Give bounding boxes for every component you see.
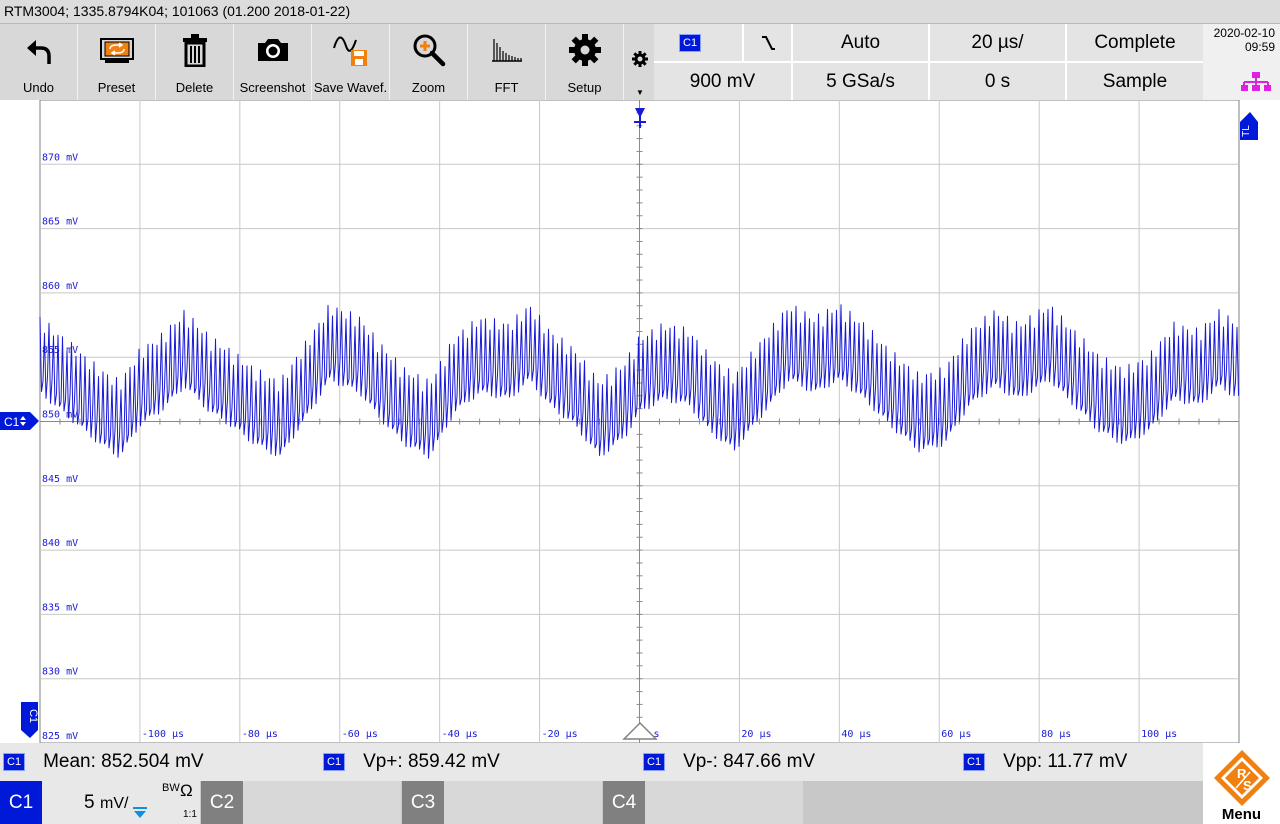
device-info: RTM3004; 1335.8794K04; 101063 (01.200 20…: [4, 3, 351, 19]
screenshot-button[interactable]: Screenshot: [234, 24, 312, 100]
delete-button[interactable]: Delete: [156, 24, 234, 100]
dropdown-arrow-icon: ▼: [636, 88, 644, 97]
menu-button[interactable]: R S Menu: [1203, 743, 1280, 824]
channel-3-panel[interactable]: C3: [402, 781, 602, 824]
time-label: 09:59: [1244, 40, 1275, 54]
undo-button[interactable]: Undo: [0, 24, 78, 100]
small-gear-icon: [632, 51, 648, 67]
trigger-level-marker[interactable]: TL: [1240, 112, 1258, 140]
fft-button[interactable]: FFT: [468, 24, 546, 100]
x-tick-label: -60 µs: [342, 729, 378, 740]
preset-icon: [78, 30, 155, 70]
channel-2-settings[interactable]: [243, 781, 401, 824]
undo-icon: [0, 30, 77, 70]
channel-3-label[interactable]: C3: [402, 781, 444, 824]
network-icon: [1241, 72, 1271, 91]
x-tick-label: -100 µs: [142, 729, 184, 740]
y-tick-label: 835 mV: [42, 602, 78, 613]
falling-edge-icon: [761, 35, 775, 50]
channel-2-label[interactable]: C2: [201, 781, 243, 824]
channel-bar: C1 5 mV/ BW Ω 1:1 C2 C3 C4: [0, 781, 1280, 824]
y-tick-label: 855 mV: [42, 345, 78, 356]
svg-text:C1: C1: [4, 415, 20, 429]
timebase-button[interactable]: 20 µs/: [930, 24, 1065, 61]
y-tick-label: 840 mV: [42, 538, 78, 549]
channel-4-panel[interactable]: C4: [603, 781, 803, 824]
channel-1-scale: 5: [84, 792, 95, 813]
x-tick-label: -80 µs: [242, 729, 278, 740]
acquisition-settings: C1 Auto 20 µs/ Complete 900 mV 5 GSa/s 0…: [654, 24, 1203, 100]
channel-1-label[interactable]: C1: [0, 781, 42, 824]
date-label: 2020-02-10: [1213, 26, 1275, 40]
x-tick-label: 20 µs: [741, 729, 771, 740]
y-tick-label: 830 mV: [42, 667, 78, 678]
channel-4-label[interactable]: C4: [603, 781, 645, 824]
trash-icon: [156, 30, 233, 70]
trigger-mode-button[interactable]: Auto: [793, 24, 928, 61]
toolbar: Undo Preset Delete Screenshot Save Wavef…: [0, 24, 625, 100]
graticule: [39, 100, 1240, 743]
trigger-slope-button[interactable]: [744, 24, 791, 61]
y-tick-label: 865 mV: [42, 217, 78, 228]
channel-1-scale-unit: mV/: [100, 795, 129, 812]
impedance-icon: Ω: [180, 781, 193, 800]
measurement-vpp[interactable]: C1 Vpp: 11.77 mV: [963, 751, 1127, 773]
preset-button[interactable]: Preset: [78, 24, 156, 100]
channel-1-offset-marker[interactable]: C1: [0, 412, 39, 430]
x-tick-label: 80 µs: [1041, 729, 1071, 740]
probe-ratio: 1:1: [183, 809, 197, 820]
channel-3-settings[interactable]: [444, 781, 602, 824]
svg-text:C1: C1: [27, 709, 39, 723]
trigger-source-badge: C1: [679, 33, 702, 52]
svg-text:TL: TL: [1241, 125, 1252, 137]
title-bar: RTM3004; 1335.8794K04; 101063 (01.200 20…: [0, 0, 1280, 24]
quick-settings-button[interactable]: ▼: [625, 24, 654, 100]
measurement-mean[interactable]: C1 Mean: 852.504 mV: [3, 751, 204, 773]
sample-rate-button[interactable]: 5 GSa/s: [793, 63, 928, 100]
y-tick-label: 860 mV: [42, 281, 78, 292]
channel-2-panel[interactable]: C2: [201, 781, 401, 824]
measurement-bar: C1 Mean: 852.504 mV C1 Vp+: 859.42 mV C1…: [0, 743, 1280, 781]
trigger-position-button[interactable]: 0 s: [930, 63, 1065, 100]
x-tick-label: 40 µs: [841, 729, 871, 740]
x-tick-label: -20 µs: [542, 729, 578, 740]
y-tick-label: 870 mV: [42, 152, 78, 163]
x-tick-label: -40 µs: [442, 729, 478, 740]
coupling-icon: [133, 807, 147, 818]
waveform-graph: 870 mV865 mV860 mV855 mV850 mV845 mV840 …: [0, 100, 1258, 743]
save-waveform-icon: [312, 30, 389, 70]
measurement-vp-minus[interactable]: C1 Vp-: 847.66 mV: [643, 751, 815, 773]
acquisition-mode-button[interactable]: Sample: [1067, 63, 1203, 100]
channel-1-settings[interactable]: 5 mV/ BW Ω 1:1: [42, 781, 200, 824]
gear-icon: [546, 30, 623, 70]
y-tick-label: 825 mV: [42, 731, 78, 742]
x-tick-label: 100 µs: [1141, 729, 1177, 740]
trigger-source-button[interactable]: C1: [654, 24, 742, 61]
channel-1-panel[interactable]: C1 5 mV/ BW Ω 1:1: [0, 781, 200, 824]
acquisition-state-button[interactable]: Complete: [1067, 24, 1203, 61]
x-tick-label: 60 µs: [941, 729, 971, 740]
menu-label: Menu: [1221, 806, 1262, 823]
camera-icon: [234, 30, 311, 70]
channel-4-settings[interactable]: [645, 781, 803, 824]
trigger-level-button[interactable]: 900 mV: [654, 63, 791, 100]
save-waveform-button[interactable]: Save Wavef.: [312, 24, 390, 100]
bandwidth-label: BW: [162, 782, 180, 794]
zoom-icon: [390, 30, 467, 70]
svg-text:S: S: [1243, 778, 1252, 793]
measurement-vp-plus[interactable]: C1 Vp+: 859.42 mV: [323, 751, 500, 773]
channel-1-side-label: C1: [21, 702, 39, 738]
rohde-schwarz-logo: R S: [1214, 750, 1270, 806]
zoom-button[interactable]: Zoom: [390, 24, 468, 100]
waveform-display[interactable]: 870 mV 865 mV 860 mV 855 mV 850 mV 845 mV 840 …: [0, 100, 1280, 743]
fft-icon: [468, 30, 545, 70]
setup-button[interactable]: Setup: [546, 24, 624, 100]
y-tick-label: 845 mV: [42, 474, 78, 485]
